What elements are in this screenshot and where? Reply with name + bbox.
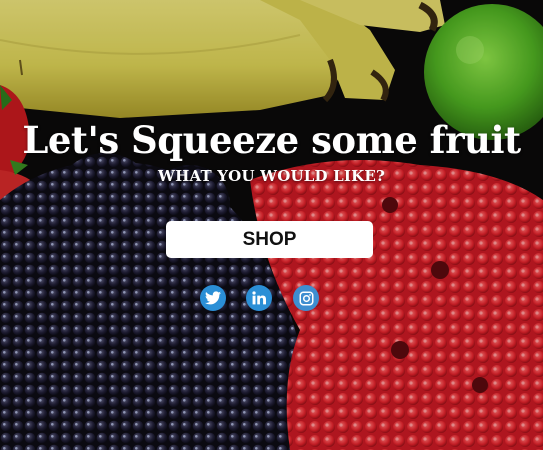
twitter-icon[interactable] [200,285,226,311]
hero-headline: Let's Squeeze some fruit [22,118,521,162]
hero-overlay: Let's Squeeze some fruit WHAT YOU WOULD … [0,0,543,450]
hero-section: Let's Squeeze some fruit WHAT YOU WOULD … [0,0,543,450]
hero-subheadline: WHAT YOU WOULD LIKE? [158,167,385,185]
instagram-icon[interactable] [293,285,319,311]
linkedin-icon[interactable] [246,285,272,311]
shop-button[interactable]: SHOP [166,221,373,258]
